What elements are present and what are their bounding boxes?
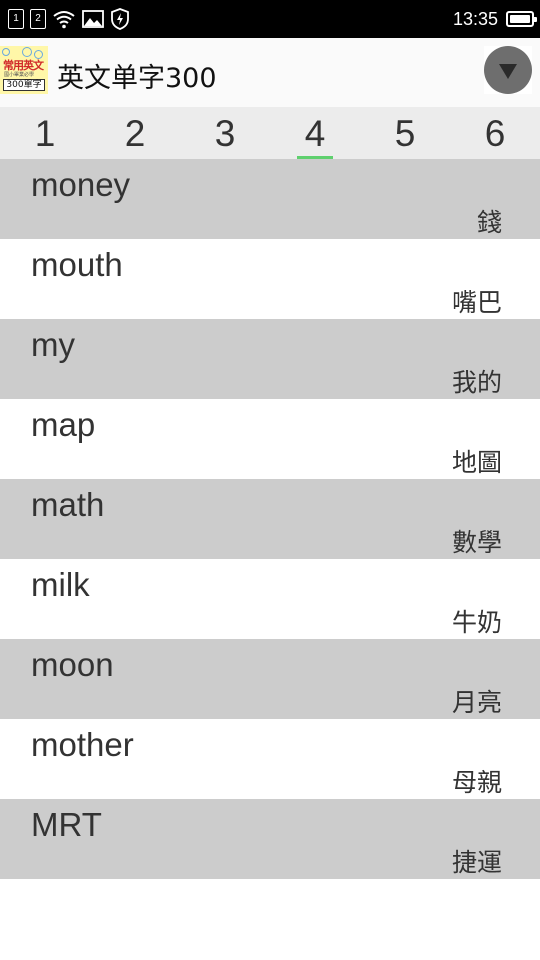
status-icons-left: 1 2	[8, 8, 130, 30]
battery-icon	[506, 11, 537, 27]
word-english: moon	[31, 646, 114, 683]
word-english: map	[31, 406, 96, 443]
tab-2[interactable]: 2	[90, 107, 180, 159]
tab-bar: 1 2 3 4 5 6	[0, 107, 540, 159]
word-english: my	[31, 326, 75, 363]
word-chinese: 我的	[451, 368, 502, 397]
app-logo: 常用英文 國小畢業必學 300單字	[0, 46, 48, 94]
word-english: mouth	[31, 246, 123, 283]
tab-1[interactable]: 1	[0, 107, 90, 159]
tab-6[interactable]: 6	[450, 107, 540, 159]
word-chinese: 牛奶	[451, 608, 502, 637]
sim1-label: 1	[13, 13, 19, 24]
status-icons-right: 13:35	[452, 7, 537, 31]
wifi-icon	[53, 11, 75, 29]
app-title: 英文单字300	[57, 63, 217, 94]
word-row[interactable]: my 我的	[0, 319, 540, 399]
word-row[interactable]: MRT 捷運	[0, 799, 540, 879]
tab-4[interactable]: 4	[270, 107, 360, 159]
word-chinese: 母親	[451, 768, 502, 797]
shield-icon	[111, 8, 129, 30]
word-chinese: 月亮	[451, 688, 502, 717]
sim2-icon: 2	[30, 9, 46, 29]
word-chinese: 數學	[451, 528, 502, 557]
status-time: 13:35	[452, 8, 498, 29]
word-row[interactable]: moon 月亮	[0, 639, 540, 719]
tab-3[interactable]: 3	[180, 107, 270, 159]
dropdown-container	[484, 46, 532, 94]
word-english: money	[31, 166, 131, 203]
sim2-label: 2	[35, 13, 41, 24]
logo-text-bottom: 300單字	[3, 79, 45, 91]
tab-5[interactable]: 5	[360, 107, 450, 159]
app-bar: 常用英文 國小畢業必學 300單字 英文单字300	[0, 38, 540, 107]
triangle-down-icon	[499, 63, 517, 79]
word-english: milk	[31, 566, 90, 603]
word-chinese: 捷運	[451, 848, 502, 877]
word-chinese: 地圖	[451, 448, 502, 477]
word-english: MRT	[31, 806, 102, 843]
word-english: mother	[31, 726, 134, 763]
word-row[interactable]: mouth 嘴巴	[0, 239, 540, 319]
word-english: math	[31, 486, 105, 523]
sim1-icon: 1	[8, 9, 24, 29]
logo-text-mid: 國小畢業必學	[4, 72, 35, 78]
word-chinese: 嘴巴	[451, 288, 502, 317]
word-row[interactable]: map 地圖	[0, 399, 540, 479]
word-list: money 錢 mouth 嘴巴 my 我的 map 地圖 math 數學 mi…	[0, 159, 540, 879]
word-row[interactable]: money 錢	[0, 159, 540, 239]
word-row[interactable]: mother 母親	[0, 719, 540, 799]
word-chinese: 錢	[476, 208, 502, 237]
dropdown-button[interactable]	[484, 46, 532, 94]
status-bar: 1 2 13:35	[0, 0, 540, 38]
word-row[interactable]: milk 牛奶	[0, 559, 540, 639]
word-row[interactable]: math 數學	[0, 479, 540, 559]
image-notification-icon	[82, 10, 104, 28]
